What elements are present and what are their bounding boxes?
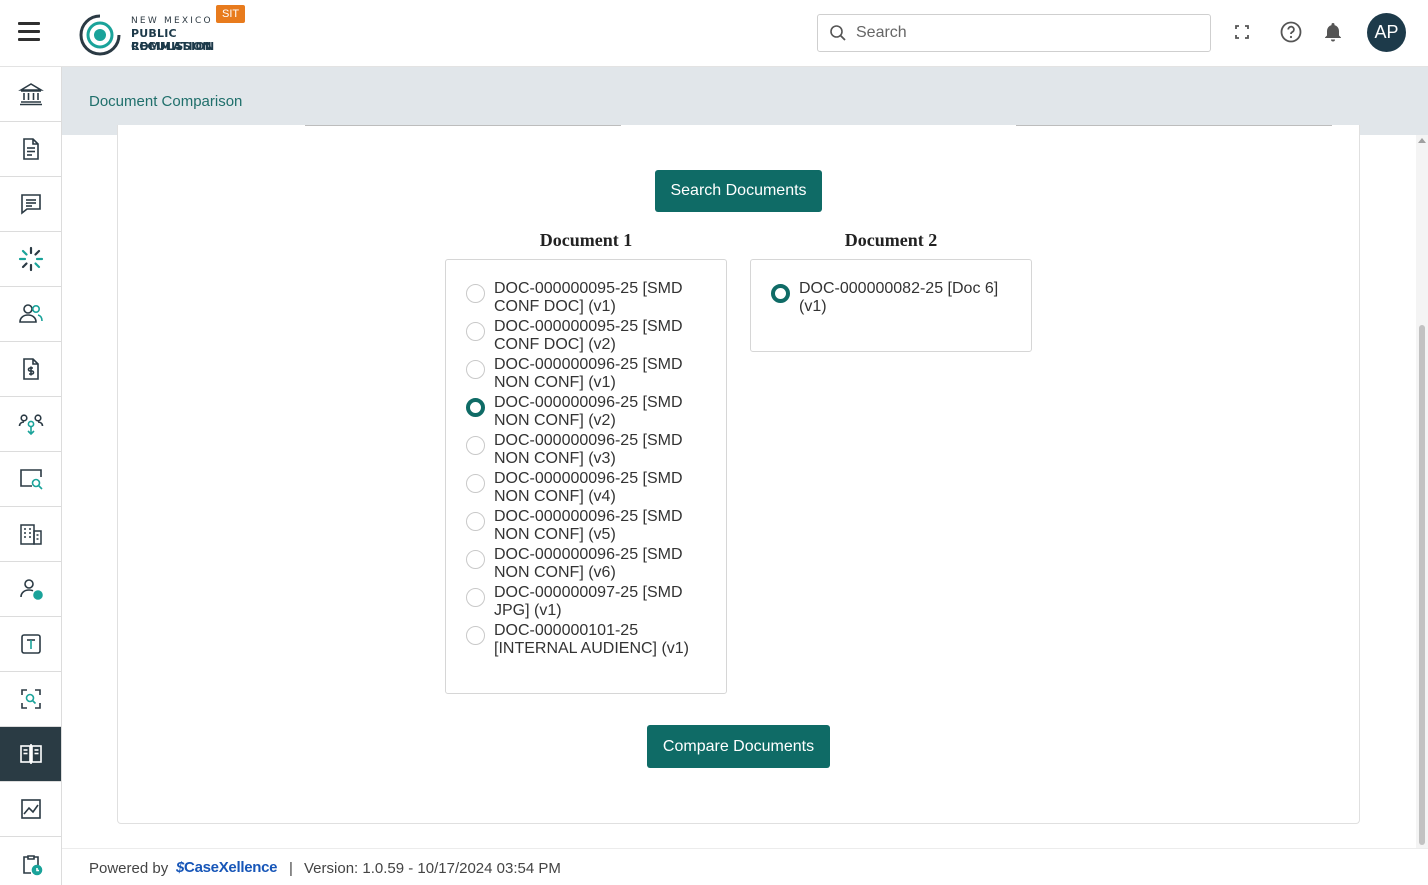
option-label: DOC-000000101-25 [INTERNAL AUDIENC] (v1) bbox=[494, 622, 689, 657]
sidebar-item-document-comparison[interactable] bbox=[0, 727, 61, 782]
document-1-option[interactable]: DOC-000000096-25 [SMD NON CONF] (v5) bbox=[466, 508, 706, 544]
comparison-card: Search Documents Document 1 Document 2 D… bbox=[117, 125, 1360, 824]
radio-button[interactable] bbox=[466, 588, 485, 607]
sidebar-item-billing[interactable] bbox=[0, 342, 61, 397]
search-icon bbox=[830, 25, 846, 41]
scan-search-icon bbox=[20, 689, 41, 709]
sidebar-item-comments[interactable] bbox=[0, 177, 61, 232]
clipboard-clock-icon bbox=[22, 855, 42, 876]
option-label: DOC-000000095-25 [SMD CONF DOC] (v1) bbox=[494, 280, 683, 315]
document-2-option[interactable]: DOC-000000082-25 [Doc 6] (v1) bbox=[771, 280, 1011, 316]
radio-button[interactable] bbox=[466, 284, 485, 303]
footer: Powered by $CaseXellence | Version: 1.0.… bbox=[62, 848, 1428, 885]
notification-bell-icon[interactable] bbox=[1321, 20, 1345, 44]
fullscreen-icon[interactable] bbox=[1230, 20, 1254, 44]
screen-search-icon bbox=[19, 469, 43, 490]
people-icon bbox=[18, 304, 43, 323]
option-label: DOC-000000096-25 [SMD NON CONF] (v1) bbox=[494, 356, 683, 391]
scrollbar[interactable] bbox=[1416, 135, 1428, 848]
field-underline-right bbox=[1016, 125, 1332, 126]
document-1-option[interactable]: DOC-000000095-25 [SMD CONF DOC] (v2) bbox=[466, 318, 706, 354]
brand-name: CaseXellence bbox=[184, 859, 278, 876]
top-bar: NEW MEXICO PUBLIC REGULATION COMMISSION … bbox=[0, 0, 1428, 67]
document-icon bbox=[22, 138, 39, 160]
option-label: DOC-000000096-25 [SMD NON CONF] (v3) bbox=[494, 432, 683, 467]
text-box-icon bbox=[20, 634, 41, 654]
option-label: DOC-000000096-25 [SMD NON CONF] (v4) bbox=[494, 470, 683, 505]
footer-separator: | bbox=[289, 860, 293, 877]
building-icon bbox=[19, 524, 42, 545]
sidebar-item-documents[interactable] bbox=[0, 122, 61, 177]
search-input[interactable] bbox=[856, 15, 1196, 51]
document-1-option[interactable]: DOC-000000096-25 [SMD NON CONF] (v2) bbox=[466, 394, 706, 430]
radio-button[interactable] bbox=[466, 626, 485, 645]
scrollbar-thumb[interactable] bbox=[1419, 325, 1425, 845]
sidebar-item-tasks[interactable] bbox=[0, 837, 61, 885]
radio-button[interactable] bbox=[466, 550, 485, 569]
document-1-option[interactable]: DOC-000000096-25 [SMD NON CONF] (v1) bbox=[466, 356, 706, 392]
main-content: Search Documents Document 1 Document 2 D… bbox=[62, 125, 1416, 848]
sidebar bbox=[0, 67, 62, 885]
logo-mark-icon bbox=[79, 13, 122, 56]
document-1-title: Document 1 bbox=[539, 230, 633, 250]
field-underline-left bbox=[305, 125, 621, 126]
sidebar-item-user-status[interactable] bbox=[0, 562, 61, 617]
document-1-option[interactable]: DOC-000000096-25 [SMD NON CONF] (v3) bbox=[466, 432, 706, 468]
version-label: Version: 1.0.59 - 10/17/2024 03:54 PM bbox=[304, 860, 561, 877]
menu-icon[interactable] bbox=[18, 22, 44, 44]
search-box[interactable] bbox=[817, 14, 1211, 52]
sidebar-item-reports[interactable] bbox=[0, 782, 61, 837]
radio-button-selected[interactable] bbox=[466, 398, 485, 417]
option-label: DOC-000000097-25 [SMD JPG] (v1) bbox=[494, 584, 683, 619]
comment-icon bbox=[20, 194, 41, 215]
option-label: DOC-000000096-25 [SMD NON CONF] (v5) bbox=[494, 508, 683, 543]
document-1-option[interactable]: DOC-000000101-25 [INTERNAL AUDIENC] (v1) bbox=[466, 622, 706, 658]
option-label: DOC-000000096-25 [SMD NON CONF] (v2) bbox=[494, 394, 683, 429]
burst-icon bbox=[18, 246, 43, 272]
sidebar-item-institution[interactable] bbox=[0, 67, 61, 122]
option-label: DOC-000000095-25 [SMD CONF DOC] (v2) bbox=[494, 318, 683, 353]
sidebar-item-organizations[interactable] bbox=[0, 507, 61, 562]
compare-book-icon bbox=[19, 744, 42, 764]
document-1-option[interactable]: DOC-000000096-25 [SMD NON CONF] (v6) bbox=[466, 546, 706, 582]
document-1-option[interactable]: DOC-000000095-25 [SMD CONF DOC] (v1) bbox=[466, 280, 706, 316]
search-documents-button[interactable]: Search Documents bbox=[655, 170, 822, 212]
document-1-option[interactable]: DOC-000000097-25 [SMD JPG] (v1) bbox=[466, 584, 706, 620]
logo[interactable]: NEW MEXICO PUBLIC REGULATION COMMISSION … bbox=[78, 5, 254, 60]
option-label: DOC-000000096-25 [SMD NON CONF] (v6) bbox=[494, 546, 683, 581]
radio-button[interactable] bbox=[466, 512, 485, 531]
compare-documents-button[interactable]: Compare Documents bbox=[647, 725, 830, 768]
institution-icon bbox=[17, 83, 44, 106]
user-avatar[interactable]: AP bbox=[1367, 13, 1406, 52]
document-2-title: Document 2 bbox=[844, 230, 938, 250]
casexellence-logo[interactable]: $CaseXellence bbox=[176, 859, 277, 876]
scroll-up-arrow-icon[interactable] bbox=[1418, 138, 1426, 143]
powered-by-label: Powered by bbox=[89, 860, 169, 877]
option-label: DOC-000000082-25 [Doc 6] (v1) bbox=[799, 280, 999, 315]
user-status-icon bbox=[19, 579, 43, 600]
logo-text-line3: COMMISSION bbox=[131, 40, 215, 53]
sidebar-item-search-screen[interactable] bbox=[0, 452, 61, 507]
radio-button[interactable] bbox=[466, 474, 485, 493]
sidebar-item-scan[interactable] bbox=[0, 672, 61, 727]
radio-button[interactable] bbox=[466, 436, 485, 455]
group-share-icon bbox=[18, 414, 43, 436]
document-1-list: DOC-000000095-25 [SMD CONF DOC] (v1) DOC… bbox=[445, 259, 727, 694]
help-icon[interactable] bbox=[1279, 20, 1303, 44]
invoice-icon bbox=[22, 358, 39, 380]
environment-badge: SIT bbox=[216, 5, 246, 23]
sidebar-item-contacts[interactable] bbox=[0, 287, 61, 342]
chart-image-icon bbox=[20, 799, 41, 819]
sidebar-item-groups[interactable] bbox=[0, 397, 61, 452]
document-1-option[interactable]: DOC-000000096-25 [SMD NON CONF] (v4) bbox=[466, 470, 706, 506]
breadcrumb-item-document-comparison[interactable]: Document Comparison bbox=[89, 93, 242, 110]
document-2-list: DOC-000000082-25 [Doc 6] (v1) bbox=[750, 259, 1032, 352]
logo-text-line1: NEW MEXICO bbox=[131, 16, 213, 26]
radio-button-selected[interactable] bbox=[771, 284, 790, 303]
sidebar-item-templates[interactable] bbox=[0, 617, 61, 672]
radio-button[interactable] bbox=[466, 360, 485, 379]
radio-button[interactable] bbox=[466, 322, 485, 341]
sidebar-item-activity[interactable] bbox=[0, 232, 61, 287]
